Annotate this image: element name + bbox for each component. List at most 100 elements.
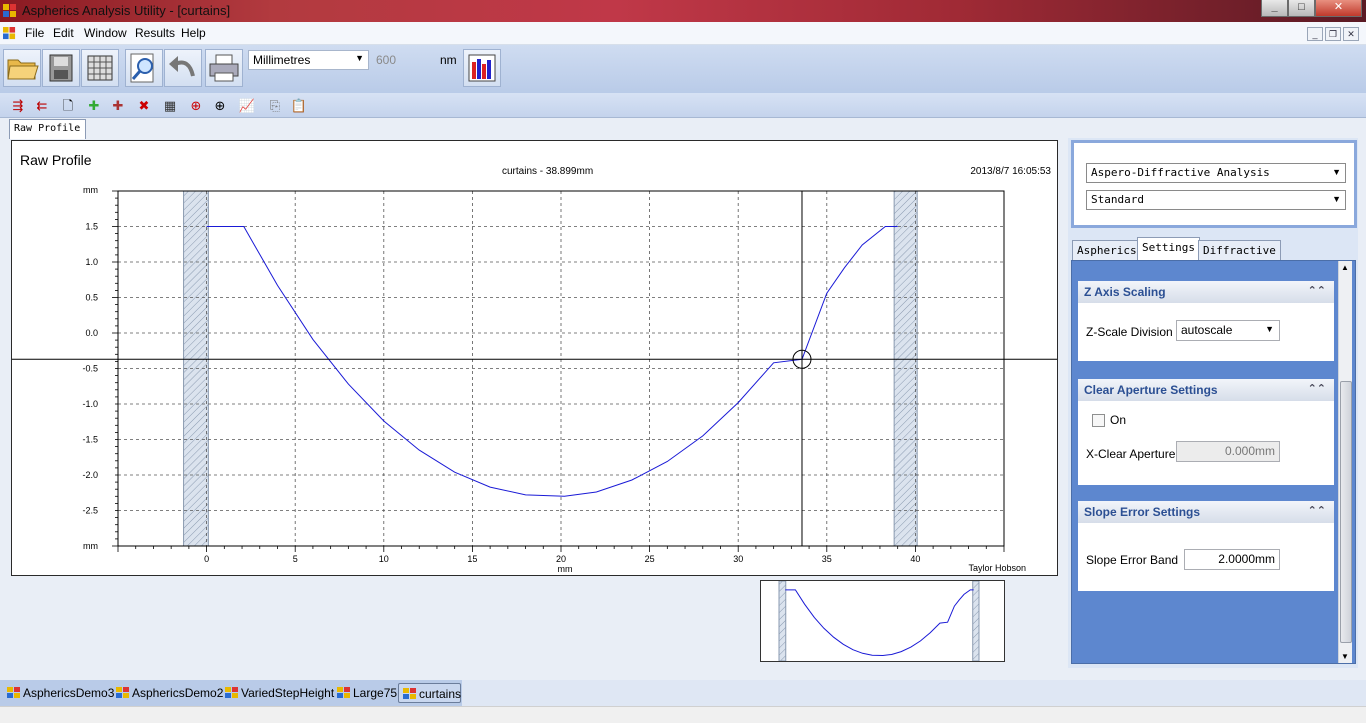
settings-scrollbar[interactable]: ▲ ▼ bbox=[1338, 261, 1352, 663]
paste-icon: 📋 bbox=[290, 98, 308, 113]
mdi-close-button[interactable]: ✕ bbox=[1343, 27, 1359, 41]
menu-edit[interactable]: Edit bbox=[53, 26, 74, 40]
x-clear-aperture-field[interactable]: 0.000mm bbox=[1176, 441, 1280, 462]
crosshair-red-button[interactable]: ⊕ bbox=[186, 96, 206, 115]
y-tick-label: -2.0 bbox=[82, 470, 98, 480]
units-value: Millimetres bbox=[253, 53, 311, 67]
document-icon bbox=[116, 687, 129, 698]
doc-tab-large75[interactable]: Large75 bbox=[333, 683, 399, 703]
doc-tab-label: AsphericsDemo3 bbox=[23, 686, 115, 700]
bar-chart-icon bbox=[468, 54, 496, 82]
open-button[interactable] bbox=[3, 49, 41, 87]
minimize-button[interactable]: _ bbox=[1261, 0, 1288, 17]
document-icon bbox=[337, 687, 350, 698]
close-button[interactable]: ✕ bbox=[1315, 0, 1362, 17]
menu-window[interactable]: Window bbox=[84, 26, 127, 40]
save-icon bbox=[49, 54, 73, 82]
undo-button[interactable] bbox=[164, 49, 202, 87]
doc-tab-curtains[interactable]: curtains bbox=[398, 683, 461, 703]
analysis-type-dropdown[interactable]: Aspero-Diffractive Analysis ▼ bbox=[1086, 163, 1346, 183]
profile-series-line bbox=[206, 226, 898, 497]
doc-tab-asphericsdemo3[interactable]: AsphericsDemo3 bbox=[3, 683, 116, 703]
doc-tab-label: AsphericsDemo2 bbox=[132, 686, 224, 700]
x-tick-label: 35 bbox=[822, 554, 832, 564]
overview-excluded-band bbox=[778, 580, 787, 662]
doc-tab-label: curtains bbox=[419, 687, 462, 701]
open-folder-icon bbox=[7, 59, 39, 80]
menu-help[interactable]: Help bbox=[181, 26, 206, 40]
clear-aperture-section-header[interactable]: Clear Aperture Settings ⌃⌃ bbox=[1078, 379, 1334, 401]
tab-diffractive[interactable]: Diffractive bbox=[1198, 240, 1281, 260]
paste-button[interactable]: 📋 bbox=[289, 96, 309, 115]
clear-aperture-checkbox[interactable] bbox=[1092, 414, 1105, 427]
copy-button[interactable]: ⎘ bbox=[265, 96, 285, 115]
analysis-mode-dropdown[interactable]: Standard ▼ bbox=[1086, 190, 1346, 210]
wavelength-unit: nm bbox=[440, 53, 457, 67]
z-scale-value: autoscale bbox=[1181, 323, 1233, 337]
tab-aspherics[interactable]: Aspherics bbox=[1072, 240, 1142, 260]
analysis-type-value: Aspero-Diffractive Analysis bbox=[1091, 166, 1270, 179]
settings-scroll-area: Z Axis Scaling ⌃⌃ Z-Scale Division autos… bbox=[1071, 260, 1356, 664]
z-axis-section-body: Z-Scale Division autoscale ▼ bbox=[1078, 303, 1334, 361]
app-icon bbox=[3, 4, 16, 17]
x-tick-label: 15 bbox=[467, 554, 477, 564]
print-button[interactable] bbox=[205, 49, 243, 87]
wavelength-value[interactable]: 600 bbox=[376, 53, 396, 67]
grid-button[interactable] bbox=[81, 49, 119, 87]
z-scale-label: Z-Scale Division bbox=[1086, 325, 1173, 339]
fit-red-button[interactable]: ✚ bbox=[108, 96, 128, 115]
crosshair-button[interactable]: ⊕ bbox=[210, 96, 230, 115]
title-bar: Aspherics Analysis Utility - [curtains] … bbox=[0, 0, 1366, 22]
profile-chart[interactable]: 0 5 10 15 20 25 30 35 40 1.5 1.0 0.5 0.0 -0.5 -1.0 -1.5… bbox=[12, 141, 1057, 575]
menu-file[interactable]: File bbox=[25, 26, 44, 40]
slope-error-heading: Slope Error Settings bbox=[1084, 505, 1201, 519]
slope-error-section-body: Slope Error Band 2.0000mm bbox=[1078, 523, 1334, 591]
scrollbar-thumb[interactable] bbox=[1340, 381, 1352, 643]
overview-plot[interactable] bbox=[760, 580, 1005, 662]
settings-panel: Aspero-Diffractive Analysis ▼ Standard ▼… bbox=[1068, 138, 1358, 668]
zoom-button[interactable] bbox=[125, 49, 163, 87]
main-toolbar: Millimetres ▼ 600 nm bbox=[0, 45, 1366, 93]
save-button[interactable] bbox=[42, 49, 80, 87]
tab-raw-profile[interactable]: Raw Profile bbox=[9, 119, 86, 139]
x-tick-label: 20 bbox=[556, 554, 566, 564]
mdi-minimize-button[interactable]: _ bbox=[1307, 27, 1323, 41]
analysis-mode-value: Standard bbox=[1091, 193, 1144, 206]
y-axis-label: mm bbox=[83, 185, 98, 195]
slope-error-band-field[interactable]: 2.0000mm bbox=[1184, 549, 1280, 570]
hatch-button[interactable]: ▦ bbox=[160, 96, 180, 115]
x-tick-label: 0 bbox=[204, 554, 209, 564]
remove-marker-button[interactable]: ⇇ bbox=[32, 96, 52, 115]
delete-button[interactable]: ✖ bbox=[134, 96, 154, 115]
crosshair-black-icon: ⊕ bbox=[214, 98, 226, 113]
maximize-button[interactable]: □ bbox=[1288, 0, 1315, 17]
units-dropdown[interactable]: Millimetres ▼ bbox=[248, 50, 369, 70]
scroll-down-icon: ▼ bbox=[1341, 652, 1349, 661]
results-chart-button[interactable] bbox=[463, 49, 501, 87]
fit-green-button[interactable]: ✚ bbox=[84, 96, 104, 115]
mdi-restore-button[interactable]: ❐ bbox=[1325, 27, 1341, 41]
y-tick-label: 1.0 bbox=[85, 257, 98, 267]
menu-results[interactable]: Results bbox=[135, 26, 175, 40]
document-icon bbox=[403, 688, 416, 699]
crosshair-red-icon: ⊕ bbox=[190, 98, 202, 113]
doc-tab-asphericsdemo2[interactable]: AsphericsDemo2 bbox=[112, 683, 225, 703]
x-tick-label: 40 bbox=[910, 554, 920, 564]
slope-error-section-header[interactable]: Slope Error Settings ⌃⌃ bbox=[1078, 501, 1334, 523]
new-page-icon: 🗋 bbox=[62, 98, 74, 113]
grid-icon bbox=[87, 55, 113, 81]
y-tick-label: 1.5 bbox=[85, 222, 98, 232]
tab-settings[interactable]: Settings bbox=[1137, 237, 1200, 261]
z-axis-section-header[interactable]: Z Axis Scaling ⌃⌃ bbox=[1078, 281, 1334, 303]
fit-red-icon: ✚ bbox=[112, 98, 124, 113]
y-tick-label: -2.5 bbox=[82, 506, 98, 516]
doc-tab-label: Large75 bbox=[353, 686, 398, 700]
doc-tab-label: VariedStepHeight bbox=[241, 686, 335, 700]
analysis-selector-box: Aspero-Diffractive Analysis ▼ Standard ▼ bbox=[1071, 140, 1357, 228]
add-marker-button[interactable]: ⇶ bbox=[8, 96, 28, 115]
chart-view-button[interactable]: 📈 bbox=[237, 96, 257, 115]
new-page-button[interactable]: 🗋 bbox=[58, 96, 78, 115]
z-scale-dropdown[interactable]: autoscale ▼ bbox=[1176, 320, 1280, 341]
undo-icon bbox=[169, 56, 195, 77]
doc-tab-variedstepheight[interactable]: VariedStepHeight bbox=[221, 683, 336, 703]
